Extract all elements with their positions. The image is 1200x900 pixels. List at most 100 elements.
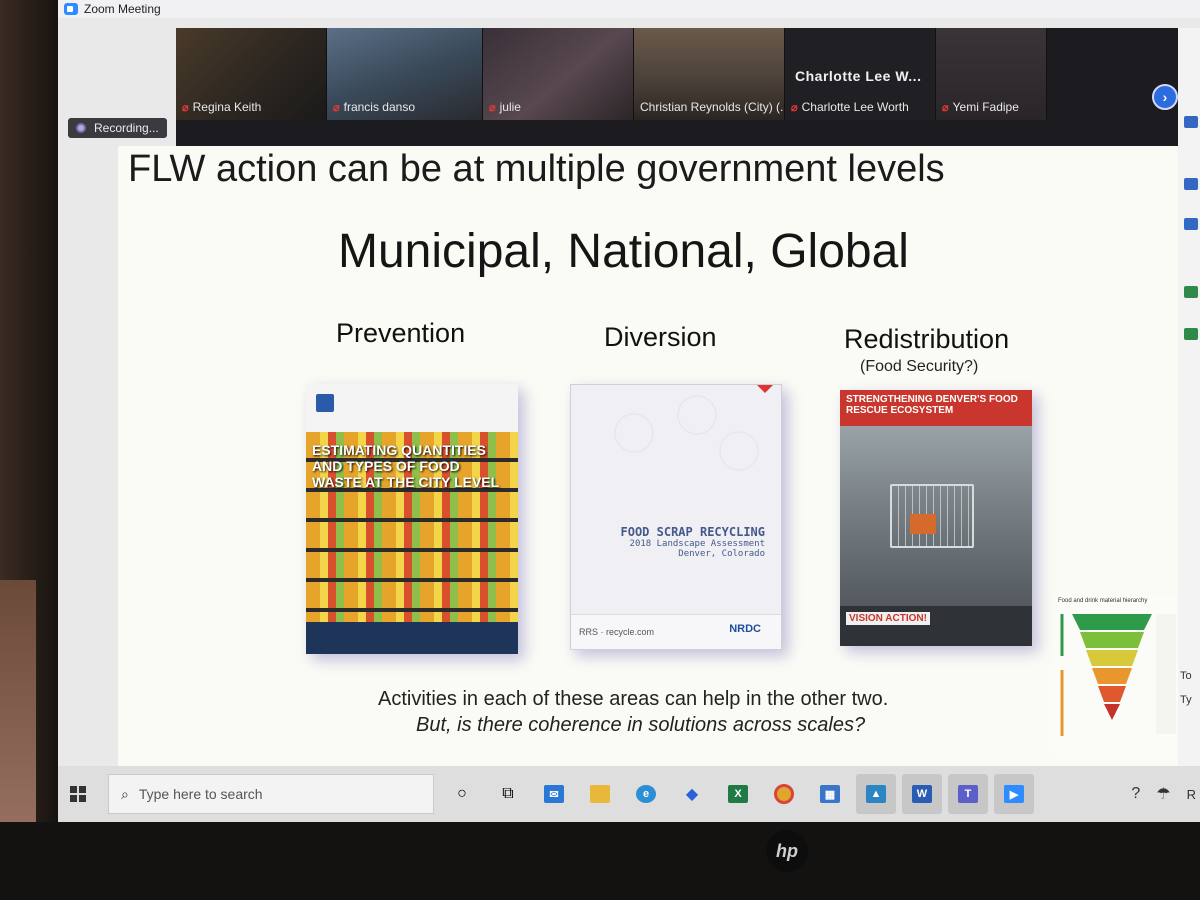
column-heading-diversion: Diversion <box>604 322 717 352</box>
zoom-taskbar-icon: ▶ <box>1004 785 1024 803</box>
word-button[interactable]: W <box>902 774 942 814</box>
cortana-button[interactable]: ○ <box>442 774 482 814</box>
column-heading-redistribution: Redistribution <box>844 324 1010 354</box>
zoom-button[interactable]: ▶ <box>994 774 1034 814</box>
pyramid-band-recovery <box>1092 668 1132 684</box>
help-icon[interactable]: ? <box>1131 785 1140 803</box>
windows-icon <box>70 786 86 802</box>
report-subtitle: 2018 Landscape Assessment <box>629 539 765 549</box>
panel-text: To <box>1180 670 1192 682</box>
weather-icon[interactable]: ☂ <box>1156 784 1170 804</box>
panel-marker-icon <box>1184 178 1198 190</box>
participant-name: ⌀ Charlotte Lee Worth <box>791 100 909 114</box>
report-title: FOOD SCRAP RECYCLING <box>620 525 766 539</box>
next-participants-button[interactable]: › <box>1152 84 1178 110</box>
task-view-icon: ⧉ <box>502 785 514 802</box>
report-footer: VISION ACTION! <box>840 606 1032 646</box>
store-button[interactable]: ▦ <box>810 774 850 814</box>
column-subheading-redistribution: (Food Security?) <box>860 358 979 375</box>
participant-tile[interactable]: ⌀ julie <box>483 28 634 120</box>
report-cover-prevention: ESTIMATING QUANTITIES AND TYPES OF FOOD … <box>306 384 518 654</box>
orange-basket <box>910 514 936 534</box>
edge-button[interactable]: e <box>626 774 666 814</box>
teams-icon: T <box>958 785 978 803</box>
pyramid-band-recycling <box>1086 650 1138 666</box>
search-icon: ⌕ <box>121 785 129 802</box>
rrs-logo: RRS · recycle.com <box>579 627 655 637</box>
chrome-icon <box>774 784 794 804</box>
participant-tile[interactable]: ⌀ francis danso <box>327 28 483 120</box>
participant-name: ⌀ Regina Keith <box>182 100 262 114</box>
panel-text: Ty <box>1180 694 1192 706</box>
chrome-button[interactable] <box>764 774 804 814</box>
nrdc-logo: NRDC <box>729 623 761 635</box>
mic-off-icon: ⌀ <box>333 101 340 114</box>
panel-marker-icon <box>1184 286 1198 298</box>
nrdc-logo-icon <box>316 394 334 412</box>
hp-logo: hp <box>766 830 808 872</box>
report-footer <box>306 622 518 654</box>
hierarchy-text-column <box>1156 614 1176 734</box>
pyramid-band-prevention <box>1072 614 1152 630</box>
word-icon: W <box>912 785 932 803</box>
participant-name: ⌀ francis danso <box>333 100 415 114</box>
taskbar-apps: ○ ⧉ ✉ e ◆ X ▦ ▲ W T ▶ <box>442 774 1040 814</box>
mic-off-icon: ⌀ <box>791 101 798 114</box>
zoom-icon <box>64 3 78 15</box>
mic-off-icon: ⌀ <box>182 101 189 114</box>
excel-button[interactable]: X <box>718 774 758 814</box>
participant-name: ⌀ julie <box>489 100 521 114</box>
teams-button[interactable]: T <box>948 774 988 814</box>
participant-tile[interactable]: Charlotte Lee W... ⌀ Charlotte Lee Worth <box>785 28 936 120</box>
diagram-heading: Food and drink material hierarchy <box>1058 598 1148 604</box>
participant-tile[interactable]: ⌀ Yemi Fadipe <box>936 28 1047 120</box>
column-heading-prevention: Prevention <box>336 318 466 348</box>
screen: Zoom Meeting ⌀ Regina Keith ⌀ francis dans… <box>58 0 1200 822</box>
panel-marker-icon <box>1184 328 1198 340</box>
cortana-icon: ○ <box>457 785 467 802</box>
pyramid-band-energy <box>1098 686 1126 702</box>
task-view-button[interactable]: ⧉ <box>488 774 528 814</box>
recording-indicator[interactable]: Recording... <box>68 118 167 138</box>
panel-marker-icon <box>1184 218 1198 230</box>
mic-off-icon: ⌀ <box>942 101 949 114</box>
file-explorer-button[interactable] <box>580 774 620 814</box>
shared-slide: FLW action can be at multiple government… <box>118 146 1178 766</box>
slide-subtitle: Municipal, National, Global <box>338 225 909 278</box>
participant-tile[interactable]: ⌀ Regina Keith <box>176 28 327 120</box>
windows-taskbar: ⌕ Type here to search ○ ⧉ ✉ e ◆ X ▦ ▲ W … <box>58 766 1200 822</box>
recording-dot-icon <box>76 123 86 133</box>
laptop-bezel-bottom <box>0 822 1200 900</box>
slide-caption-line1: Activities in each of these areas can he… <box>378 688 889 710</box>
report-location: Denver, Colorado <box>678 549 765 559</box>
report-title: STRENGTHENING DENVER'S FOOD RESCUE ECOSY… <box>846 394 1018 416</box>
photos-icon: ▲ <box>866 785 886 803</box>
dropbox-button[interactable]: ◆ <box>672 774 712 814</box>
pyramid-band-redistribution <box>1080 632 1144 648</box>
start-button[interactable] <box>58 766 98 822</box>
participant-name: Christian Reynolds (City) (... <box>640 100 785 114</box>
corner-flag-icon <box>757 385 773 393</box>
mail-button[interactable]: ✉ <box>534 774 574 814</box>
report-cover-redistribution: STRENGTHENING DENVER'S FOOD RESCUE ECOSY… <box>840 390 1032 646</box>
report-header <box>306 384 518 432</box>
report-cover-diversion: FOOD SCRAP RECYCLING 2018 Landscape Asse… <box>570 384 782 650</box>
slide-title: FLW action can be at multiple government… <box>128 148 945 190</box>
recording-label: Recording... <box>94 121 159 135</box>
taskbar-search[interactable]: ⌕ Type here to search <box>108 774 434 814</box>
participant-tile[interactable]: Christian Reynolds (City) (... <box>634 28 785 120</box>
mail-icon: ✉ <box>544 785 564 803</box>
report-footer: RRS · recycle.com NRDC <box>571 614 781 649</box>
window-title-bar: Zoom Meeting <box>58 0 1200 18</box>
shopping-cart-photo <box>840 426 1032 606</box>
right-side-panel: To Ty <box>1178 28 1200 768</box>
folder-icon <box>590 785 610 803</box>
panel-marker-icon <box>1184 116 1198 128</box>
report-title-block: FOOD SCRAP RECYCLING 2018 Landscape Asse… <box>621 525 766 559</box>
photos-button[interactable]: ▲ <box>856 774 896 814</box>
excel-icon: X <box>728 785 748 803</box>
participant-name: ⌀ Yemi Fadipe <box>942 100 1019 114</box>
system-tray: ? ☂ R <box>1131 766 1200 822</box>
vision-action-logo: VISION ACTION! <box>846 612 930 625</box>
slide-caption-line2: But, is there coherence in solutions acr… <box>416 714 866 736</box>
